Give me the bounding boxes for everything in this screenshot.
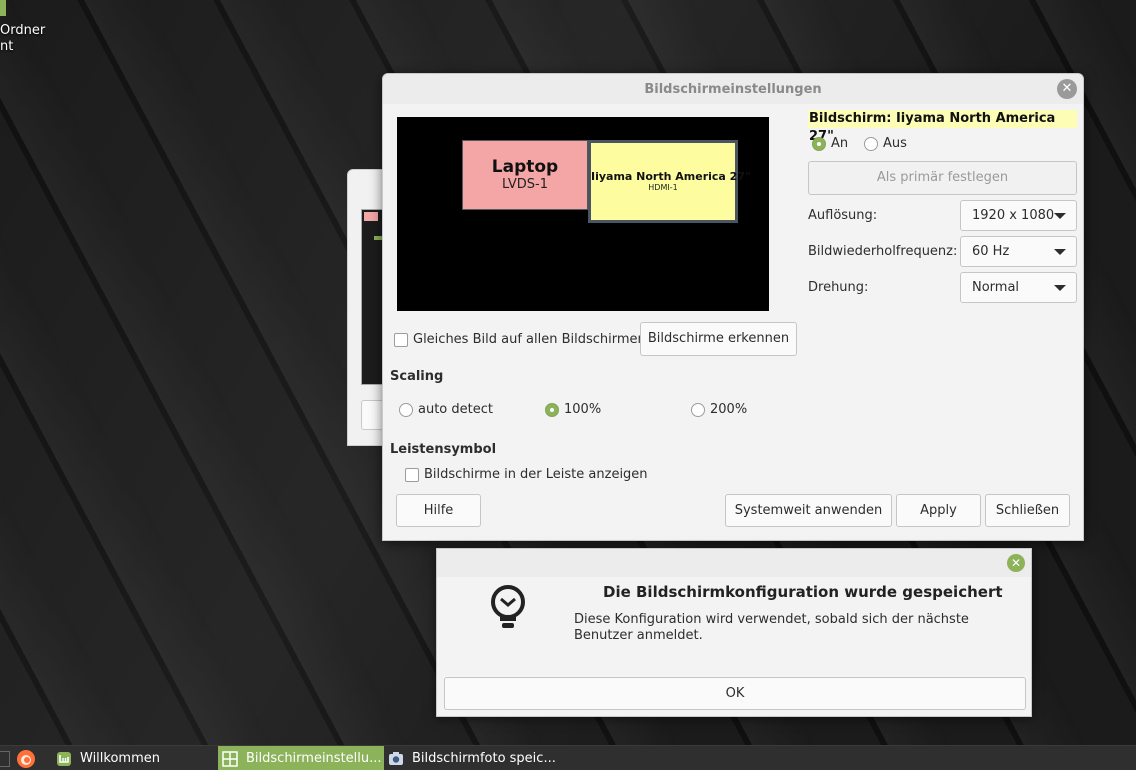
monitor-iiyama[interactable]: Iiyama North America 27" HDMI-1: [588, 140, 751, 223]
mirror-displays-label: Gleiches Bild auf allen Bildschirmen: [413, 332, 646, 347]
desktop-icon: [0, 750, 10, 767]
notification-titlebar[interactable]: ✕: [437, 549, 1031, 577]
show-in-tray-label: Bildschirme in der Leiste anzeigen: [424, 467, 648, 482]
apply-button[interactable]: Apply: [896, 494, 981, 527]
apply-systemwide-button[interactable]: Systemweit anwenden: [725, 494, 892, 527]
taskbar: Willkommen Bildschirmeinstellu... Bildsc…: [0, 745, 1136, 770]
radio-indicator[interactable]: [691, 402, 705, 417]
scaling-200-radio[interactable]: 200%: [691, 402, 747, 417]
window-title: Bildschirmeinstellungen: [644, 81, 822, 97]
resolution-label: Auflösung:: [808, 208, 878, 223]
radio-indicator[interactable]: [864, 136, 878, 151]
chevron-down-icon: [1054, 249, 1066, 255]
firefox-icon: [17, 749, 35, 768]
refresh-rate-label: Bildwiederholfrequenz:: [808, 244, 958, 259]
mirror-displays-checkbox[interactable]: [394, 332, 408, 347]
radio-indicator[interactable]: [812, 136, 826, 151]
detect-displays-button[interactable]: Bildschirme erkennen: [640, 322, 797, 356]
display-icon: [222, 750, 238, 767]
show-in-tray-checkbox[interactable]: [405, 467, 419, 482]
mirror-displays-option[interactable]: Gleiches Bild auf allen Bildschirmen: [394, 332, 646, 347]
monitor-name: Iiyama North America 27": [591, 170, 751, 183]
monitor-layout-preview[interactable]: Laptop LVDS-1 Iiyama North America 27" H…: [397, 117, 769, 311]
selected-screen-header: Bildschirm: Iiyama North America 27": [808, 110, 1077, 144]
scaling-section-title: Scaling: [390, 369, 444, 384]
rotation-value: Normal: [972, 280, 1020, 295]
tray-section-title: Leistensymbol: [390, 442, 497, 457]
desktop-icon-label[interactable]: Ordner: [0, 23, 45, 38]
firefox-launcher[interactable]: [16, 746, 40, 770]
display-settings-window: Bildschirmeinstellungen ✕ Laptop LVDS-1 …: [382, 73, 1084, 541]
radio-label: An: [831, 136, 849, 151]
radio-label: 100%: [564, 402, 602, 417]
chevron-down-icon: [1054, 285, 1066, 291]
refresh-rate-value: 60 Hz: [972, 244, 1010, 259]
taskbar-item-label: Willkommen: [80, 751, 160, 766]
resolution-value: 1920 x 1080: [972, 208, 1055, 223]
show-in-tray-option[interactable]: Bildschirme in der Leiste anzeigen: [405, 467, 648, 482]
refresh-rate-select[interactable]: 60 Hz: [960, 236, 1077, 267]
close-icon[interactable]: ✕: [1007, 554, 1025, 572]
set-primary-button[interactable]: Als primär festlegen: [808, 161, 1077, 195]
scaling-auto-radio[interactable]: auto detect: [399, 402, 493, 417]
resolution-select[interactable]: 1920 x 1080: [960, 200, 1077, 231]
monitor-laptop[interactable]: Laptop LVDS-1: [462, 140, 588, 210]
radio-indicator[interactable]: [399, 402, 413, 417]
desktop-icon-label[interactable]: nt: [0, 39, 13, 54]
power-on-radio[interactable]: An: [812, 136, 848, 151]
help-button[interactable]: Hilfe: [396, 494, 481, 527]
radio-label: 200%: [710, 402, 748, 417]
saved-notification-dialog: ✕ Die Bildschirmkonfiguration wurde gesp…: [436, 548, 1032, 717]
lightbulb-icon: [491, 585, 525, 628]
close-button[interactable]: Schließen: [985, 494, 1070, 527]
taskbar-item-display-settings[interactable]: Bildschirmeinstellu...: [218, 746, 384, 770]
ok-button[interactable]: OK: [444, 677, 1026, 710]
preview-thumb-monitor: [364, 212, 378, 221]
radio-label: auto detect: [418, 402, 493, 417]
close-icon[interactable]: ✕: [1057, 79, 1077, 99]
preview-thumb-mark: [374, 236, 382, 240]
monitor-name: Laptop: [491, 157, 559, 177]
camera-icon: [389, 751, 403, 765]
rotation-select[interactable]: Normal: [960, 272, 1077, 303]
taskbar-item-screenshot[interactable]: Bildschirmfoto speic...: [388, 746, 568, 770]
taskbar-item-willkommen[interactable]: Willkommen: [56, 746, 216, 770]
radio-indicator[interactable]: [545, 402, 559, 417]
taskbar-item-label: Bildschirmfoto speic...: [412, 751, 556, 766]
folder-icon[interactable]: [0, 0, 6, 16]
show-desktop-button[interactable]: [0, 746, 12, 770]
radio-label: Aus: [883, 136, 907, 151]
scaling-100-radio[interactable]: 100%: [545, 402, 601, 417]
monitor-port: HDMI-1: [648, 183, 678, 192]
mint-icon: [57, 751, 71, 766]
taskbar-item-label: Bildschirmeinstellu...: [246, 751, 382, 766]
notification-heading: Die Bildschirmkonfiguration wurde gespei…: [603, 583, 1003, 601]
rotation-label: Drehung:: [808, 280, 869, 295]
power-off-radio[interactable]: Aus: [864, 136, 907, 151]
monitor-port: LVDS-1: [502, 177, 548, 192]
notification-text: Diese Konfiguration wird verwendet, soba…: [574, 612, 969, 643]
window-titlebar[interactable]: Bildschirmeinstellungen ✕: [383, 74, 1083, 104]
chevron-down-icon: [1054, 213, 1066, 219]
